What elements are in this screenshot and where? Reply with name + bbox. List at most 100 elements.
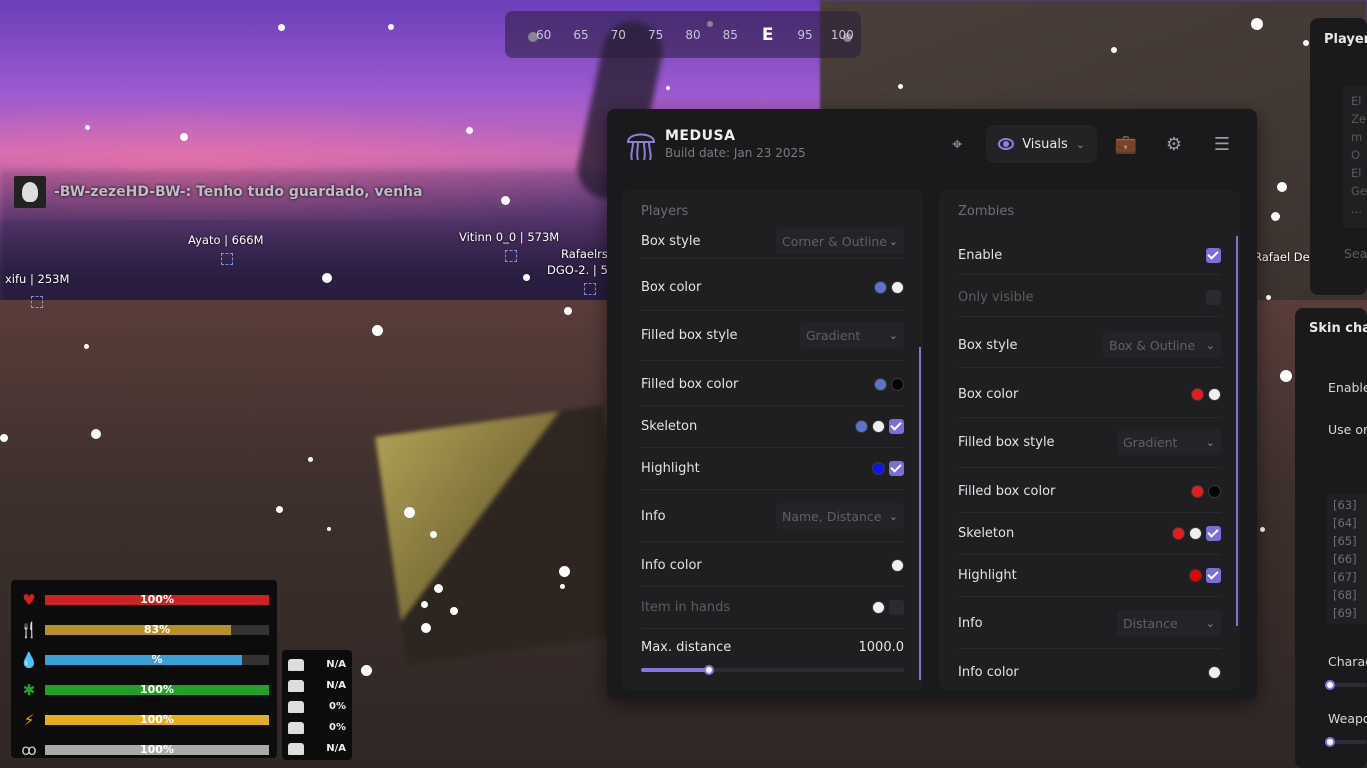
filled-box-color-row: Filled box color [641, 377, 904, 392]
list-item[interactable]: [69] [1333, 604, 1367, 622]
color-swatch[interactable] [891, 378, 904, 391]
chevron-down-icon: ⌄ [888, 234, 898, 248]
setting-label: Box style [958, 337, 1018, 353]
snowflake [275, 505, 283, 513]
color-swatch[interactable] [1191, 388, 1204, 401]
list-item[interactable]: [64] [1333, 514, 1367, 532]
list-item[interactable]: Ze [1351, 110, 1367, 128]
gear-icon[interactable]: ⚙ [1155, 125, 1193, 163]
color-swatch[interactable] [1208, 485, 1221, 498]
only-visible-checkbox[interactable] [1206, 290, 1221, 305]
color-swatch[interactable] [874, 281, 887, 294]
color-swatch[interactable] [891, 281, 904, 294]
slider-knob[interactable] [704, 665, 715, 675]
skeleton-row: Skeleton [958, 526, 1221, 541]
mask-icon [288, 679, 304, 692]
select-value: Gradient [1123, 434, 1178, 450]
color-swatch[interactable] [874, 378, 887, 391]
list-item[interactable]: El [1351, 164, 1367, 182]
immunity-value: 100% [140, 683, 174, 696]
oxygen-row: ꝏ 100% [19, 735, 269, 765]
color-swatch[interactable] [1191, 485, 1204, 498]
color-swatch[interactable] [872, 601, 885, 614]
player-list[interactable]: El Ze m O El Ge ... [1343, 86, 1367, 228]
fork-knife-icon: 🍴 [19, 621, 39, 639]
color-swatch[interactable] [1189, 527, 1202, 540]
enable-checkbox[interactable] [1206, 248, 1221, 263]
skin-list[interactable]: [63] [64] [65] [66] [67] [68] [69] [1327, 494, 1367, 624]
list-item[interactable]: [65] [1333, 532, 1367, 550]
crosshair-icon[interactable]: ⌖ [938, 125, 976, 163]
enable-label: Enable [1328, 380, 1367, 395]
snowflake [559, 583, 565, 589]
color-swatch[interactable] [1172, 527, 1185, 540]
highlight-checkbox[interactable] [889, 461, 904, 476]
box-color-row: Box color [958, 387, 1221, 402]
skeleton-checkbox[interactable] [889, 419, 904, 434]
chevron-down-icon: ⌄ [888, 509, 898, 523]
select-value: Name, Distance [782, 508, 882, 524]
filled-box-style-select[interactable]: Gradient ⌄ [800, 322, 904, 348]
skeleton-checkbox[interactable] [1206, 526, 1221, 541]
list-item[interactable]: ... [1351, 200, 1367, 218]
slider-knob[interactable] [1325, 680, 1335, 690]
weapon-slider[interactable] [1325, 737, 1367, 747]
box-style-row: Box style Corner & Outline ⌄ [641, 228, 904, 254]
config-list-icon[interactable]: ☰ [1203, 125, 1241, 163]
chevron-down-icon: ⌄ [1205, 338, 1215, 352]
scrollbar[interactable] [919, 347, 921, 680]
snowflake [1251, 18, 1263, 30]
search-input[interactable]: Sea [1344, 246, 1367, 261]
box-style-select[interactable]: Corner & Outline ⌄ [776, 228, 904, 254]
info-select[interactable]: Name, Distance ⌄ [776, 503, 904, 529]
color-swatch[interactable] [872, 462, 885, 475]
color-swatch[interactable] [891, 559, 904, 572]
snowflake [277, 23, 285, 31]
color-swatch[interactable] [1189, 569, 1202, 582]
food-value: 83% [143, 623, 171, 636]
snowflake [429, 530, 437, 538]
filled-box-style-select[interactable]: Gradient ⌄ [1117, 429, 1221, 455]
snowflake [388, 24, 394, 30]
list-item[interactable]: [68] [1333, 586, 1367, 604]
virus-icon: ✱ [22, 681, 36, 699]
highlight-checkbox[interactable] [1206, 568, 1221, 583]
setting-label: Box style [641, 233, 701, 249]
color-swatch[interactable] [872, 420, 885, 433]
snowflake [403, 506, 415, 518]
snowflake [558, 565, 570, 577]
list-item[interactable]: [63] [1333, 496, 1367, 514]
list-item[interactable]: El [1351, 92, 1367, 110]
divider [958, 417, 1221, 418]
briefcase-icon[interactable]: 💼 [1107, 125, 1145, 163]
status-hud: ♥ 100% 🍴 83% 💧 % ✱ 100% ⚡ 100% ꝏ 100% [11, 580, 277, 759]
character-slider[interactable] [1325, 680, 1367, 690]
jellyfish-logo-icon [623, 124, 659, 164]
info-select[interactable]: Distance ⌄ [1117, 610, 1221, 636]
list-item[interactable]: Ge [1351, 182, 1367, 200]
item-in-hands-checkbox[interactable] [889, 600, 904, 615]
list-item[interactable]: [67] [1333, 568, 1367, 586]
slider-knob[interactable] [1325, 737, 1335, 747]
list-item[interactable]: O [1351, 146, 1367, 164]
list-item[interactable]: [66] [1333, 550, 1367, 568]
max-distance-slider[interactable] [641, 665, 904, 675]
color-swatch[interactable] [1208, 388, 1221, 401]
list-item[interactable]: m [1351, 128, 1367, 146]
color-swatch[interactable] [855, 420, 868, 433]
player-tag: Rafaelrs [561, 247, 608, 261]
color-swatch[interactable] [1208, 666, 1221, 679]
setting-label: Box color [641, 280, 702, 295]
visuals-tab-dropdown[interactable]: Visuals ⌄ [986, 125, 1097, 163]
box-style-row: Box style Box & Outline ⌄ [958, 332, 1221, 358]
zombies-section: Zombies Enable Only visible Box style Bo… [939, 190, 1240, 690]
box-style-select[interactable]: Box & Outline ⌄ [1103, 332, 1221, 358]
player-tag: Rafael De [1254, 250, 1310, 264]
chevron-down-icon: ⌄ [1205, 435, 1215, 449]
scrollbar[interactable] [1236, 236, 1238, 626]
water-drop-icon: 💧 [19, 651, 39, 669]
chat-message: -BW-zezeHD-BW-: Tenho tudo guardado, ven… [54, 184, 423, 200]
compass-heading: E [761, 24, 774, 45]
setting-label: Filled box color [958, 484, 1056, 499]
snowflake [421, 623, 431, 633]
